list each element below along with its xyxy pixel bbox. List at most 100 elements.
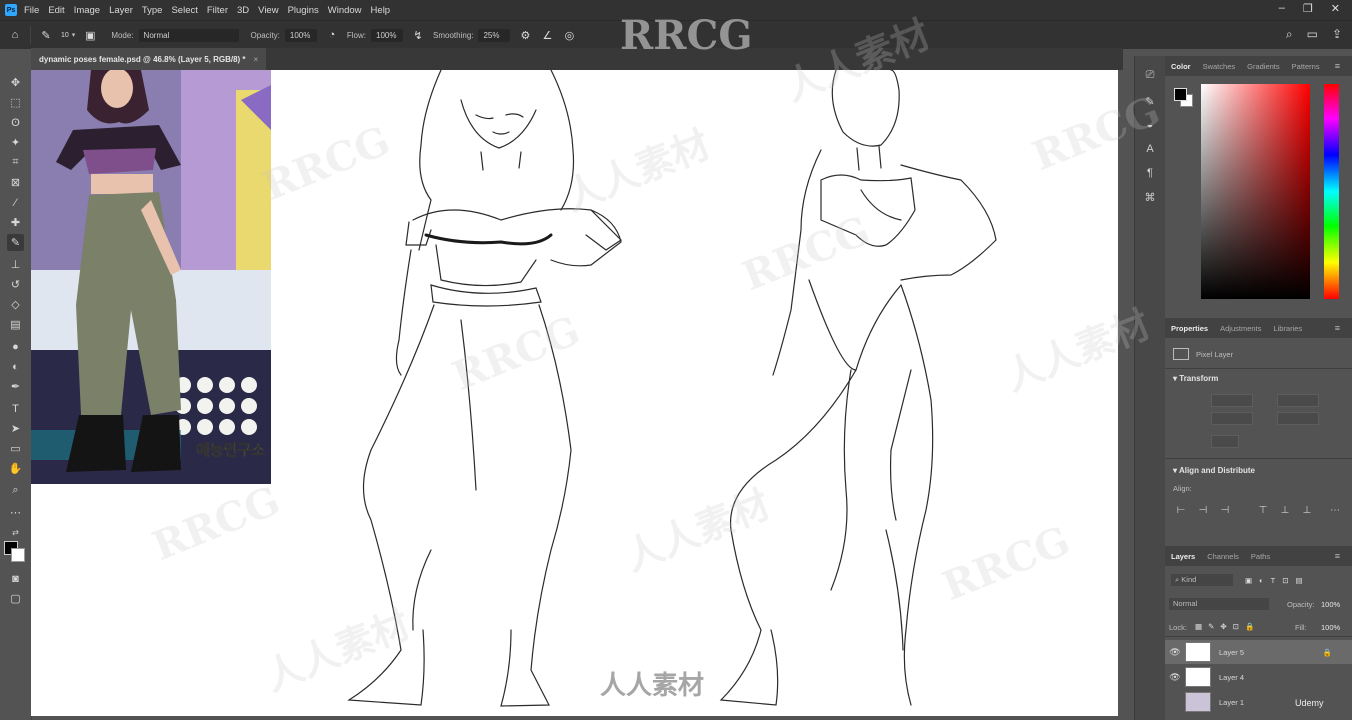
background-color-swatch[interactable] xyxy=(11,548,25,562)
align-center-h-icon[interactable]: ⊣ xyxy=(1197,504,1209,516)
brush-tool-icon[interactable]: ✎ xyxy=(39,28,53,42)
swap-colors-icon[interactable]: ⇄ xyxy=(7,524,24,541)
align-bottom-icon[interactable]: ⊥ xyxy=(1301,504,1313,516)
clone-stamp-tool-icon[interactable]: ⊥ xyxy=(7,256,24,273)
crop-tool-icon[interactable]: ⌗ xyxy=(7,154,24,171)
hue-slider[interactable] xyxy=(1324,84,1339,299)
more-tools-icon[interactable]: ⋯ xyxy=(7,504,24,521)
panel-menu-icon[interactable]: ≡ xyxy=(1329,61,1346,71)
adjustments-panel-icon[interactable]: ◒ xyxy=(1143,118,1157,132)
close-tab-icon[interactable]: × xyxy=(254,55,259,64)
pressure-opacity-icon[interactable]: ◔ xyxy=(325,28,339,42)
lock-icons[interactable]: ▦✎✥⊡🔒 xyxy=(1195,622,1260,631)
transform-width-field[interactable] xyxy=(1211,394,1253,407)
eraser-tool-icon[interactable]: ◇ xyxy=(7,296,24,313)
tab-gradients[interactable]: Gradients xyxy=(1241,62,1286,71)
tab-adjustments[interactable]: Adjustments xyxy=(1214,324,1267,333)
document-tab[interactable]: dynamic poses female.psd @ 46.8% (Layer … xyxy=(31,48,267,70)
brush-size-preset[interactable]: 10 ▾ xyxy=(61,31,75,40)
character-panel-icon[interactable]: A xyxy=(1143,142,1157,156)
color-picker-field[interactable] xyxy=(1201,84,1310,299)
eye-icon[interactable]: 👁 xyxy=(1165,647,1185,658)
layer-row[interactable]: 👁 Layer 5 🔒 xyxy=(1165,640,1352,664)
menu-3d[interactable]: 3D xyxy=(237,5,249,16)
tab-color[interactable]: Color xyxy=(1165,62,1197,71)
blur-tool-icon[interactable]: ● xyxy=(7,338,24,355)
screen-mode-icon[interactable]: ▢ xyxy=(7,590,24,607)
align-left-icon[interactable]: ⊢ xyxy=(1175,504,1187,516)
home-icon[interactable]: ⌂ xyxy=(8,28,22,42)
canvas[interactable]: 예능연구소 xyxy=(31,70,1118,716)
menu-help[interactable]: Help xyxy=(371,5,391,16)
menu-view[interactable]: View xyxy=(258,5,278,16)
brush-settings-icon[interactable]: ▣ xyxy=(83,28,97,42)
paragraph-panel-icon[interactable]: ¶ xyxy=(1143,166,1157,180)
eyedropper-tool-icon[interactable]: ⁄ xyxy=(7,194,24,211)
history-panel-icon[interactable]: ⎚ xyxy=(1143,68,1157,82)
brush-panel-icon[interactable]: ✎ xyxy=(1143,94,1157,108)
menu-filter[interactable]: Filter xyxy=(207,5,228,16)
libraries-panel-icon[interactable]: ⌘ xyxy=(1143,190,1157,204)
move-tool-icon[interactable]: ✥ xyxy=(7,74,24,91)
align-right-icon[interactable]: ⊣ xyxy=(1219,504,1231,516)
marquee-tool-icon[interactable]: ⬚ xyxy=(7,94,24,111)
align-top-icon[interactable]: ⊤ xyxy=(1257,504,1269,516)
transform-angle-field[interactable] xyxy=(1211,435,1239,448)
layer-opacity-value[interactable]: 100% xyxy=(1321,600,1340,609)
tab-swatches[interactable]: Swatches xyxy=(1197,62,1242,71)
tab-patterns[interactable]: Patterns xyxy=(1286,62,1326,71)
menu-plugins[interactable]: Plugins xyxy=(288,5,319,16)
frame-tool-icon[interactable]: ⊠ xyxy=(7,174,24,191)
menu-edit[interactable]: Edit xyxy=(48,5,64,16)
gradient-tool-icon[interactable]: ▤ xyxy=(7,316,24,333)
panel-menu-icon[interactable]: ≡ xyxy=(1329,551,1346,561)
align-middle-v-icon[interactable]: ⊥ xyxy=(1279,504,1291,516)
menu-type[interactable]: Type xyxy=(142,5,163,16)
gear-icon[interactable]: ⚙ xyxy=(518,28,532,42)
workspace-icon[interactable]: ▭ xyxy=(1307,27,1318,42)
path-selection-tool-icon[interactable]: ➤ xyxy=(7,420,24,437)
tab-channels[interactable]: Channels xyxy=(1201,552,1245,561)
transform-header[interactable]: ▾ Transform xyxy=(1173,374,1218,383)
layer-row[interactable]: 👁 Layer 4 xyxy=(1165,665,1352,689)
more-options-icon[interactable]: ⋯ xyxy=(1329,504,1341,516)
angle-icon[interactable]: ∠ xyxy=(540,28,554,42)
align-header[interactable]: ▾ Align and Distribute xyxy=(1173,466,1255,475)
smoothing-input[interactable]: 25% xyxy=(478,28,511,42)
healing-brush-tool-icon[interactable]: ✚ xyxy=(7,214,24,231)
layer-filter-icons[interactable]: ▣◐T⊡▤ xyxy=(1245,576,1310,585)
panel-menu-icon[interactable]: ≡ xyxy=(1329,323,1346,333)
share-icon[interactable]: ⇪ xyxy=(1332,27,1342,42)
pressure-size-icon[interactable]: ◎ xyxy=(562,28,576,42)
layer-filter-kind[interactable]: ⌕ Kind xyxy=(1171,574,1233,586)
menu-layer[interactable]: Layer xyxy=(109,5,133,16)
opacity-input[interactable]: 100% xyxy=(284,28,317,42)
menu-file[interactable]: File xyxy=(24,5,39,16)
foreground-color-chip[interactable] xyxy=(1174,88,1187,101)
hand-tool-icon[interactable]: ✋ xyxy=(7,460,24,477)
brush-tool-icon[interactable]: ✎ xyxy=(7,234,24,251)
tab-libraries[interactable]: Libraries xyxy=(1267,324,1308,333)
airbrush-icon[interactable]: ↯ xyxy=(411,28,425,42)
dodge-tool-icon[interactable]: ◐ xyxy=(7,358,24,375)
pen-tool-icon[interactable]: ✒ xyxy=(7,378,24,395)
menu-window[interactable]: Window xyxy=(328,5,362,16)
tab-layers[interactable]: Layers xyxy=(1165,552,1201,561)
search-icon[interactable]: ⌕ xyxy=(1286,27,1293,42)
minimize-icon[interactable]: – xyxy=(1279,2,1285,15)
zoom-tool-icon[interactable]: ⌕ xyxy=(7,482,24,499)
tab-paths[interactable]: Paths xyxy=(1245,552,1276,561)
lasso-tool-icon[interactable]: ʘ xyxy=(7,114,24,131)
menu-image[interactable]: Image xyxy=(74,5,100,16)
tab-properties[interactable]: Properties xyxy=(1165,324,1214,333)
eye-icon[interactable]: 👁 xyxy=(1165,672,1185,683)
transform-y-field[interactable] xyxy=(1277,412,1319,425)
close-icon[interactable]: ✕ xyxy=(1331,2,1340,15)
type-tool-icon[interactable]: T xyxy=(7,400,24,417)
magic-wand-tool-icon[interactable]: ✦ xyxy=(7,134,24,151)
quick-mask-icon[interactable]: ◙ xyxy=(7,570,24,587)
mode-select[interactable]: Normal xyxy=(138,28,239,42)
restore-icon[interactable]: ❐ xyxy=(1303,2,1313,15)
transform-x-field[interactable] xyxy=(1277,394,1319,407)
history-brush-tool-icon[interactable]: ↺ xyxy=(7,276,24,293)
